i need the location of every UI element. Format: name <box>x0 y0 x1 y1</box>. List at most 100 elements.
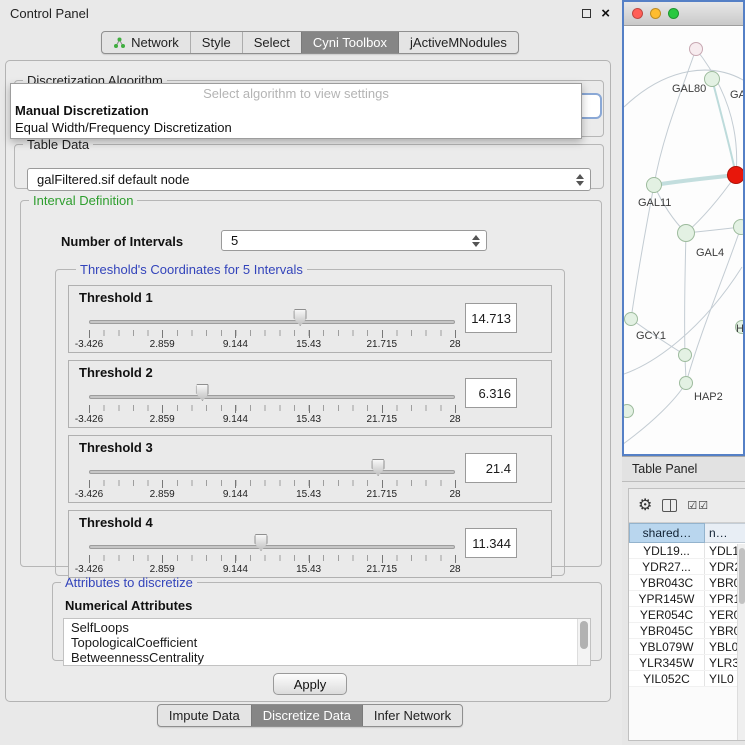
slider-major-tick <box>162 330 163 338</box>
column-header-shared-name[interactable]: shared… <box>629 523 705 543</box>
threshold-slider[interactable]: -3.4262.8599.14415.4321.71528 <box>89 306 455 352</box>
table-row[interactable]: YIL052C YIL0 <box>629 671 745 687</box>
network-node[interactable] <box>727 166 743 184</box>
threshold-value-field[interactable]: 11.344 <box>465 528 517 558</box>
slider-major-tick <box>89 405 90 413</box>
table-toolbar: ⚙ ☑☑ <box>629 489 745 523</box>
slider-track[interactable] <box>89 320 455 324</box>
cell-shared-name[interactable]: YBR045C <box>629 623 705 638</box>
cell-shared-name[interactable]: YPR145W <box>629 591 705 606</box>
network-node[interactable] <box>679 376 693 390</box>
slider-major-tick <box>455 555 456 563</box>
window-title: Control Panel <box>10 6 89 21</box>
interval-definition-group: Interval Definition Number of Intervals … <box>20 193 602 567</box>
slider-tick-label: 28 <box>449 489 460 500</box>
network-node[interactable] <box>704 71 720 87</box>
gear-icon[interactable]: ⚙ <box>638 498 652 514</box>
thresholds-group: Threshold's Coordinates for 5 Intervals … <box>55 262 565 576</box>
slider-tick-label: 2.859 <box>150 339 175 350</box>
float-window-icon[interactable] <box>582 9 591 18</box>
threshold-slider[interactable]: -3.4262.8599.14415.4321.71528 <box>89 456 455 502</box>
cell-shared-name[interactable]: YER054C <box>629 607 705 622</box>
cell-shared-name[interactable]: YLR345W <box>629 655 705 670</box>
slider-track[interactable] <box>89 395 455 399</box>
tab-select[interactable]: Select <box>242 32 301 53</box>
tab-jactivemodules[interactable]: jActiveMNodules <box>398 32 518 53</box>
table-scrollbar[interactable] <box>737 544 745 740</box>
table-row[interactable]: YDL19... YDL1 <box>629 543 745 559</box>
slider-track[interactable] <box>89 545 455 549</box>
network-node[interactable] <box>646 177 662 193</box>
slider-tick-label: 21.715 <box>367 339 398 350</box>
cell-shared-name[interactable]: YIL052C <box>629 671 705 686</box>
tab-impute-data[interactable]: Impute Data <box>158 705 251 726</box>
slider-ticks <box>89 330 455 336</box>
dropdown-option[interactable]: Manual Discretization <box>11 102 581 119</box>
list-item[interactable]: BetweennessCentrality <box>64 650 576 665</box>
attributes-list[interactable]: SelfLoopsTopologicalCoefficientBetweenne… <box>63 618 591 666</box>
table-row[interactable]: YDR27... YDR2 <box>629 559 745 575</box>
table-row[interactable]: YLR345W YLR3 <box>629 655 745 671</box>
slider-tick-label: 9.144 <box>223 489 248 500</box>
threshold-slider[interactable]: -3.4262.8599.14415.4321.71528 <box>89 531 455 577</box>
threshold-value-field[interactable]: 14.713 <box>465 303 517 333</box>
table-rows: YDL19... YDL1 YDR27... YDR2 YBR043C YBR0… <box>629 543 745 687</box>
threshold-slider[interactable]: -3.4262.8599.14415.4321.71528 <box>89 381 455 427</box>
tab-discretize-data-label: Discretize Data <box>263 708 351 723</box>
columns-icon[interactable] <box>662 499 677 512</box>
table-row[interactable]: YBL079W YBL0 <box>629 639 745 655</box>
slider-tick-label: 28 <box>449 564 460 575</box>
slider-major-tick <box>455 330 456 338</box>
tab-discretize-data[interactable]: Discretize Data <box>251 705 362 726</box>
slider-major-tick <box>382 480 383 488</box>
network-node[interactable] <box>689 42 703 56</box>
select-columns-checkbox-icons[interactable]: ☑☑ <box>687 499 709 512</box>
close-icon[interactable]: × <box>601 6 610 21</box>
tab-cyni-toolbox[interactable]: Cyni Toolbox <box>301 32 398 53</box>
scrollbar-thumb[interactable] <box>580 621 588 649</box>
attributes-scrollbar[interactable] <box>577 619 590 665</box>
slider-major-tick <box>455 480 456 488</box>
dropdown-option[interactable]: Equal Width/Frequency Discretization <box>11 119 581 136</box>
network-node[interactable] <box>624 312 638 326</box>
table-row[interactable]: YPR145W YPR1 <box>629 591 745 607</box>
cell-shared-name[interactable]: YBR043C <box>629 575 705 590</box>
apply-button[interactable]: Apply <box>273 673 347 695</box>
column-header-name[interactable]: n… <box>705 523 745 543</box>
mac-close-icon[interactable] <box>632 8 643 19</box>
table-row[interactable]: YER054C YER0 <box>629 607 745 623</box>
slider-tick-label: 21.715 <box>367 564 398 575</box>
table-row[interactable]: YBR043C YBR0 <box>629 575 745 591</box>
cell-shared-name[interactable]: YDL19... <box>629 543 705 558</box>
num-intervals-combobox[interactable]: 5 <box>221 230 487 251</box>
network-node[interactable] <box>733 219 743 235</box>
slider-major-tick <box>455 405 456 413</box>
tab-network[interactable]: Network <box>102 32 190 53</box>
network-node[interactable] <box>678 348 692 362</box>
mac-minimize-icon[interactable] <box>650 8 661 19</box>
tab-style[interactable]: Style <box>190 32 242 53</box>
dropdown-placeholder-option[interactable]: Select algorithm to view settings <box>11 86 581 102</box>
slider-tick-label: 9.144 <box>223 339 248 350</box>
network-canvas[interactable]: GAL80GAGAL11GAL4GCY1HHAP2 <box>624 27 743 454</box>
network-node[interactable] <box>677 224 695 242</box>
dropdown-options: Manual DiscretizationEqual Width/Frequen… <box>11 102 581 136</box>
cyni-panel-body: Discretization Algorithm Table Data galF… <box>5 60 611 702</box>
threshold-value-field[interactable]: 21.4 <box>465 453 517 483</box>
node-label: H <box>736 323 743 335</box>
mac-zoom-icon[interactable] <box>668 8 679 19</box>
slider-major-tick <box>89 480 90 488</box>
list-item[interactable]: TopologicalCoefficient <box>64 635 576 650</box>
table-row[interactable]: YBR045C YBR0 <box>629 623 745 639</box>
control-panel-titlebar: Control Panel × <box>0 0 620 26</box>
slider-major-tick <box>309 555 310 563</box>
list-item[interactable]: SelfLoops <box>64 620 576 635</box>
slider-tick-label: 15.43 <box>296 339 321 350</box>
scrollbar-thumb[interactable] <box>739 548 745 604</box>
tab-infer-network[interactable]: Infer Network <box>362 705 462 726</box>
table-data-combobox[interactable]: galFiltered.sif default node <box>27 168 591 191</box>
cell-shared-name[interactable]: YDR27... <box>629 559 705 574</box>
slider-track[interactable] <box>89 470 455 474</box>
threshold-value-field[interactable]: 6.316 <box>465 378 517 408</box>
cell-shared-name[interactable]: YBL079W <box>629 639 705 654</box>
